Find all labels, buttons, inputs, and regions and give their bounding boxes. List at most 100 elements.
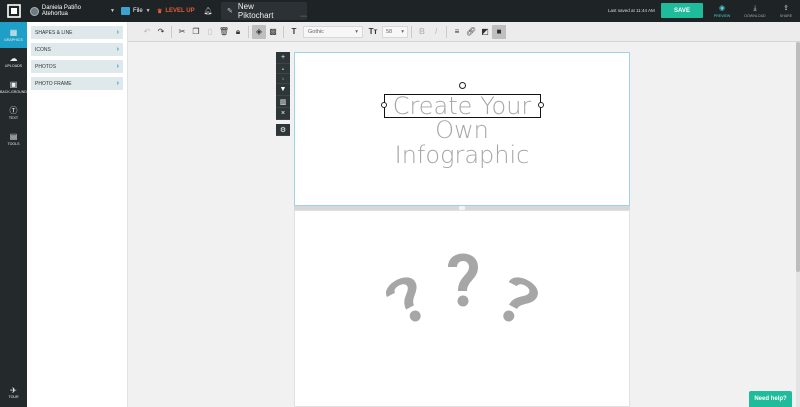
user-name: Daniela Patiño Atehortua bbox=[41, 5, 81, 17]
italic-button[interactable]: I bbox=[429, 25, 443, 39]
tour-label: TOUR bbox=[8, 394, 19, 399]
block-tools: + ▲ 1 ▼ ▥ × ⚙ bbox=[276, 52, 290, 136]
move-block-down-icon[interactable]: ▼ bbox=[276, 84, 290, 96]
font-family-value: Gothic bbox=[308, 28, 324, 35]
rail-item-label: BACK-GROUND bbox=[0, 90, 27, 94]
chevron-right-icon: › bbox=[116, 63, 119, 70]
bell-icon[interactable]: 🔔︎ bbox=[201, 7, 215, 15]
rail-item-background[interactable]: ▣ BACK-GROUND bbox=[0, 74, 27, 100]
rail-item-text[interactable]: Ⓣ TEXT bbox=[0, 100, 27, 126]
eye-icon: ◉ bbox=[718, 4, 726, 12]
close-block-icon[interactable]: × bbox=[276, 108, 290, 120]
chevron-down-icon: ▼ bbox=[145, 8, 151, 14]
category-photo-frame[interactable]: PHOTO FRAME › bbox=[31, 77, 123, 90]
chevron-right-icon: › bbox=[116, 80, 119, 87]
move-block-up-icon[interactable]: ▲ bbox=[276, 64, 290, 74]
rail-item-tools[interactable]: ▤ TOOLS bbox=[0, 126, 27, 152]
chevron-right-icon: › bbox=[116, 29, 119, 36]
level-up-button[interactable]: ♛ LEVEL UP bbox=[155, 8, 201, 15]
level-up-label: LEVEL UP bbox=[165, 8, 195, 14]
paste-icon[interactable]: ▯ bbox=[203, 25, 217, 39]
last-saved-status: Last saved at 11:44 AM bbox=[608, 8, 655, 13]
lock-icon[interactable]: 🔒︎ bbox=[231, 25, 245, 39]
rail-item-label: GRAPHICS bbox=[4, 38, 23, 42]
fill-color-icon[interactable]: ◈ bbox=[252, 24, 266, 39]
file-menu[interactable]: File ▼ bbox=[115, 7, 155, 15]
question-marks-graphic[interactable] bbox=[295, 211, 631, 407]
category-icons[interactable]: ICONS › bbox=[31, 43, 123, 56]
share-icon: ⇪ bbox=[783, 4, 789, 12]
document-subtitle: more bbox=[300, 14, 307, 18]
text-format-icon[interactable]: T bbox=[287, 25, 301, 39]
align-icon[interactable]: ≡ bbox=[450, 25, 464, 39]
preview-label: PREVIEW bbox=[713, 13, 731, 18]
canvas-scrollbar[interactable] bbox=[796, 42, 800, 407]
block-number: 1 bbox=[276, 74, 290, 84]
category-label: ICONS bbox=[35, 46, 51, 53]
toolbar-divider bbox=[171, 25, 172, 38]
opacity-icon[interactable]: ■ bbox=[492, 24, 506, 39]
rail-item-label: TOOLS bbox=[7, 142, 20, 146]
background-icon: ▣ bbox=[9, 80, 18, 89]
avatar bbox=[30, 6, 39, 16]
download-label: DOWNLOAD bbox=[744, 13, 766, 18]
font-family-select[interactable]: Gothic ▾ bbox=[303, 25, 363, 38]
file-icon bbox=[121, 7, 130, 15]
rail-item-graphics[interactable]: ▦ GRAPHICS bbox=[0, 22, 27, 48]
save-button[interactable]: SAVE bbox=[661, 3, 703, 18]
piktochart-logo[interactable] bbox=[0, 0, 27, 22]
font-size-icon: Tт bbox=[368, 27, 378, 36]
bold-button[interactable]: B bbox=[415, 25, 429, 39]
download-button[interactable]: ⤓ DOWNLOAD bbox=[740, 2, 770, 20]
category-label: PHOTOS bbox=[35, 63, 57, 70]
toolbar-divider bbox=[446, 25, 447, 38]
download-icon: ⤓ bbox=[753, 4, 757, 12]
cloud-upload-icon: ☁ bbox=[9, 54, 18, 63]
share-button[interactable]: ⇪ SHARE bbox=[771, 2, 800, 20]
tour-button[interactable]: ✈ TOUR bbox=[0, 381, 27, 403]
headline-line-3[interactable]: Infographic bbox=[330, 143, 594, 168]
text-icon: Ⓣ bbox=[9, 106, 18, 115]
font-size-value: 58 bbox=[386, 28, 393, 35]
headline-line-2[interactable]: Own bbox=[330, 118, 594, 143]
link-icon[interactable]: 🔗︎ bbox=[464, 25, 478, 39]
add-block-icon[interactable]: + bbox=[276, 52, 290, 64]
document-title: New Piktochart bbox=[237, 2, 274, 20]
pencil-icon: ✎ bbox=[227, 8, 233, 15]
category-label: PHOTO FRAME bbox=[35, 80, 72, 87]
redo-icon[interactable]: ↷ bbox=[154, 25, 168, 39]
undo-icon[interactable]: ↶ bbox=[140, 25, 154, 39]
graphics-icon: ▦ bbox=[9, 28, 18, 37]
rail-item-uploads[interactable]: ☁ UPLOADS bbox=[0, 48, 27, 74]
canvas-block-2[interactable] bbox=[294, 210, 630, 407]
text-selection-box[interactable] bbox=[384, 94, 541, 118]
arrange-icon[interactable]: ◩ bbox=[478, 25, 492, 39]
gear-icon[interactable]: ⚙ bbox=[276, 124, 290, 136]
need-help-button[interactable]: Need help? bbox=[749, 391, 792, 407]
rotate-handle[interactable] bbox=[459, 82, 466, 89]
chevron-down-icon: ▾ bbox=[401, 28, 404, 35]
share-label: SHARE bbox=[779, 13, 793, 18]
pattern-icon[interactable]: ▩ bbox=[266, 25, 280, 39]
category-label: SHAPES & LINE bbox=[35, 29, 73, 36]
resize-handle-left[interactable] bbox=[381, 102, 387, 108]
font-size-select[interactable]: 58 ▾ bbox=[382, 25, 408, 38]
copy-icon[interactable]: ❐ bbox=[189, 25, 203, 39]
delete-icon[interactable]: 🗑︎ bbox=[217, 25, 231, 39]
chevron-right-icon: › bbox=[116, 46, 119, 53]
preview-button[interactable]: ◉ PREVIEW bbox=[707, 2, 737, 20]
category-shapes-line[interactable]: SHAPES & LINE › bbox=[31, 26, 123, 39]
tool-rail: ▦ GRAPHICS ☁ UPLOADS ▣ BACK-GROUND Ⓣ TEX… bbox=[0, 22, 27, 407]
duplicate-block-icon[interactable]: ▥ bbox=[276, 96, 290, 108]
editor-toolbar: ↶ ↷ ✂ ❐ ▯ 🗑︎ 🔒︎ ◈ ▩ T Gothic ▾ Tт 58 ▾ B… bbox=[128, 22, 800, 42]
toolbar-divider bbox=[411, 25, 412, 38]
user-menu[interactable]: Daniela Patiño Atehortua ▼ bbox=[27, 5, 115, 17]
scrollbar-thumb[interactable] bbox=[796, 42, 800, 272]
resize-handle-right[interactable] bbox=[538, 102, 544, 108]
top-bar: Daniela Patiño Atehortua ▼ File ▼ ♛ LEVE… bbox=[0, 0, 800, 22]
toolbar-divider bbox=[283, 25, 284, 38]
category-photos[interactable]: PHOTOS › bbox=[31, 60, 123, 73]
cut-icon[interactable]: ✂ bbox=[175, 25, 189, 39]
tour-icon: ✈ bbox=[10, 385, 17, 395]
document-title-field[interactable]: ✎ New Piktochart more bbox=[221, 2, 307, 20]
